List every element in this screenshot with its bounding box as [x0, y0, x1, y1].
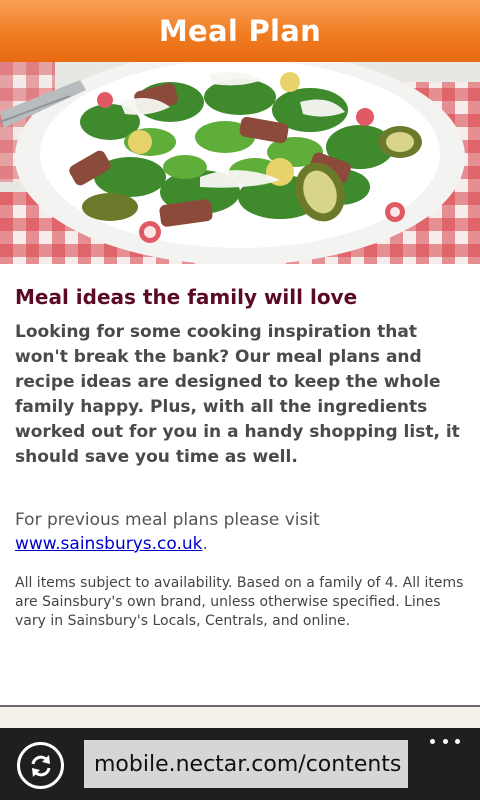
address-bar-url: mobile.nectar.com/contents [94, 751, 402, 777]
article-content: Meal ideas the family will love Looking … [15, 264, 467, 631]
browser-app-bar: mobile.nectar.com/contents [0, 728, 480, 800]
article-headline: Meal ideas the family will love [15, 285, 358, 309]
previous-plans-label: For previous meal plans please visit [15, 510, 320, 530]
fine-print: All items subject to availability. Based… [15, 575, 464, 629]
dot-icon [430, 738, 435, 744]
more-dots-icon[interactable] [430, 734, 460, 748]
previous-plans-period: . [202, 534, 208, 554]
refresh-icon [31, 754, 50, 777]
dot-icon [442, 738, 448, 744]
dot-icon [455, 738, 460, 744]
previous-plans-text: For previous meal plans please visit www… [15, 508, 467, 556]
app-header: Meal Plan [0, 0, 480, 62]
address-bar[interactable]: mobile.nectar.com/contents [84, 740, 408, 788]
hero-image [0, 62, 480, 264]
page-title: Meal Plan [158, 14, 322, 48]
sainsburys-link[interactable]: www.sainsburys.co.uk [15, 534, 203, 554]
page-footer-strip [0, 707, 480, 728]
article-intro: Looking for some cooking inspiration tha… [15, 322, 460, 467]
refresh-button[interactable] [17, 742, 64, 789]
